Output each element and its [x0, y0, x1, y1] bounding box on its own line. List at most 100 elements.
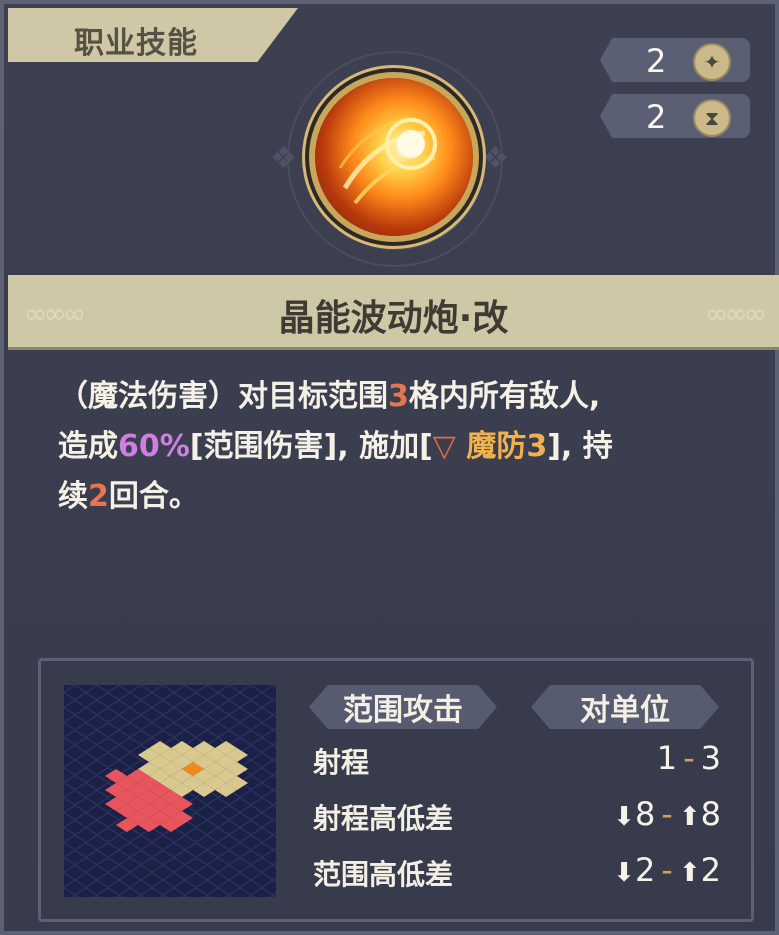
grid-cell [63, 790, 87, 805]
grid-cell [272, 797, 296, 813]
grid-cell [239, 835, 263, 850]
grid-cell [217, 850, 241, 865]
grid-cell [206, 827, 230, 843]
grid-cell [162, 857, 186, 873]
grid-cell [195, 895, 219, 910]
cooldown-stat: 2 ⧗ [600, 94, 750, 138]
grid-cell [52, 752, 76, 768]
grid-cell [85, 850, 109, 865]
grid-cell [195, 835, 219, 850]
grid-cell [129, 685, 153, 700]
grid-cell [140, 887, 164, 903]
grid-cell [272, 782, 296, 798]
grid-cell [52, 767, 76, 783]
grid-cell [63, 895, 87, 910]
grid-cell [228, 827, 252, 843]
grid-cell [140, 722, 164, 738]
grid-cell [96, 707, 120, 723]
grid-cell [74, 782, 98, 798]
grid-cell [184, 707, 208, 723]
grid-cell [52, 812, 76, 828]
grid-cell [272, 827, 296, 843]
grid-cell [151, 880, 175, 895]
grid-cell [239, 730, 263, 745]
grid-cell [63, 880, 87, 895]
cooldown-value: 2 [646, 98, 667, 136]
grid-cell [129, 880, 153, 895]
grid-cell [217, 685, 241, 700]
grid-cell [228, 887, 252, 903]
debuff-down-icon: ▽ [432, 429, 456, 464]
grid-cell [85, 865, 109, 880]
area-attack-tag: 范围攻击 [309, 685, 497, 729]
grid-cell [63, 730, 87, 745]
grid-cell [272, 692, 296, 708]
duration-value: 2 [88, 479, 109, 514]
grid-cell [107, 745, 131, 760]
grid-cell [250, 677, 274, 693]
grid-cell [184, 692, 208, 708]
grid-cell [96, 887, 120, 903]
grid-cell [129, 700, 153, 715]
grid-cell [162, 722, 186, 738]
grid-cell [52, 827, 76, 843]
grid-cell [239, 850, 263, 865]
grid-cell [52, 887, 76, 903]
grid-cell [63, 850, 87, 865]
description-line-3: 续2回合。 [58, 479, 199, 514]
description-line-2: 造成60%[范围伤害], 施加[▽ 魔防3], 持 [58, 429, 613, 464]
energy-cannon-icon [315, 78, 473, 236]
grid-cell [129, 715, 153, 730]
debuff-name[interactable]: 魔防3 [466, 429, 547, 464]
grid-cell [140, 842, 164, 858]
grid-cell [74, 812, 98, 828]
cost-value: 2 [646, 42, 667, 80]
range-height-value: ⬇8- ⬆8 [613, 795, 721, 833]
grid-cell [151, 685, 175, 700]
grid-cell [151, 700, 175, 715]
grid-cell [162, 872, 186, 888]
grid-cell [250, 872, 274, 888]
grid-cell [250, 767, 274, 783]
grid-cell [184, 677, 208, 693]
grid-cell [250, 722, 274, 738]
cost-stat: 2 ✦ [600, 38, 750, 82]
arrow-up-icon: ⬆ [678, 858, 701, 888]
grid-cell [74, 692, 98, 708]
grid-cell [52, 842, 76, 858]
grid-cell [107, 730, 131, 745]
grid-cell [206, 812, 230, 828]
grid-cell [74, 752, 98, 768]
range-label: 射程 [313, 746, 370, 779]
grid-cell [85, 835, 109, 850]
grid-cell [228, 707, 252, 723]
grid-cell [85, 820, 109, 835]
grid-cell [250, 707, 274, 723]
arrow-down-icon: ⬇ [613, 802, 635, 832]
grid-cell [74, 827, 98, 843]
grid-cell [107, 685, 131, 700]
grid-cell [173, 700, 197, 715]
grid-cell [96, 722, 120, 738]
grid-cell [63, 820, 87, 835]
grid-cell [118, 677, 142, 693]
range-info-box: 范围攻击 对单位 射程 1-3 射程高低差 ⬇8- ⬆8 范围高低差 ⬇2- ⬆2 [38, 658, 754, 922]
grid-cell [250, 797, 274, 813]
grid-cell [250, 692, 274, 708]
category-label: 职业技能 [74, 26, 198, 61]
grid-cell [52, 677, 76, 693]
grid-cell [118, 692, 142, 708]
grid-cell [118, 887, 142, 903]
ornament-right-icon: ❖ [482, 141, 509, 176]
grid-cell [63, 835, 87, 850]
grid-cell [107, 850, 131, 865]
grid-cell [206, 842, 230, 858]
arrow-up-icon: ⬆ [678, 802, 701, 832]
grid-cell [140, 692, 164, 708]
grid-cell [228, 872, 252, 888]
grid-cell [118, 872, 142, 888]
grid-cell [173, 895, 197, 910]
grid-cell [151, 730, 175, 745]
grid-cell [272, 872, 296, 888]
grid-cell [74, 887, 98, 903]
